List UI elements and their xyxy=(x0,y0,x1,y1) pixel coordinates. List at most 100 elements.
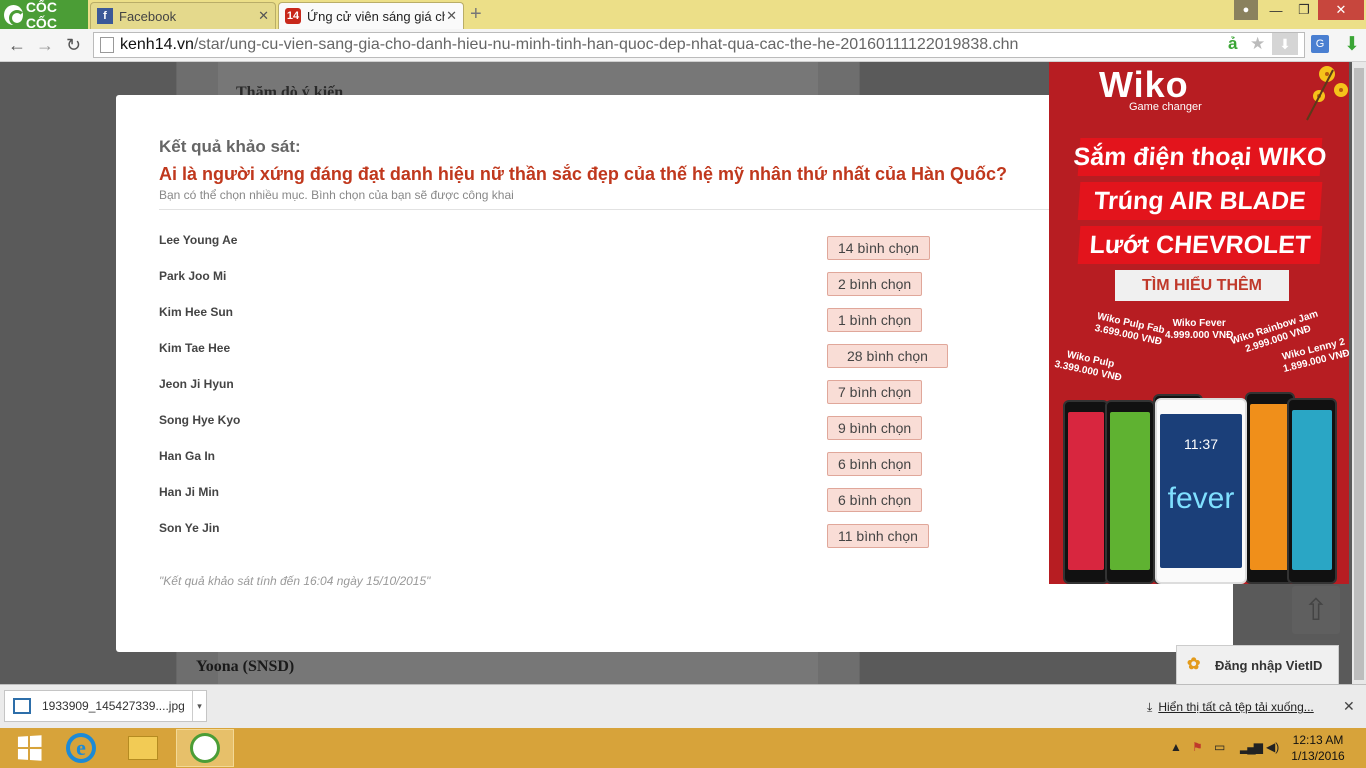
screen: CỐC CỐC f Facebook ✕ 14 Ứng cử viên sáng… xyxy=(0,0,1366,768)
ad-line-1: Sắm điện thoại WIKO xyxy=(1073,138,1327,176)
internet-explorer-icon: e xyxy=(66,733,96,763)
clock-date: 1/13/2016 xyxy=(1291,749,1345,763)
poll-result-row: Kim Tae Hee 28 bình chọn xyxy=(159,337,959,368)
candidate-name: Han Ga In xyxy=(159,449,216,463)
coccoc-logo-icon xyxy=(4,4,25,26)
user-profile-icon[interactable]: ● xyxy=(1234,0,1258,20)
vietid-lotus-icon: ✿ xyxy=(1187,656,1201,673)
vote-count-badge: 2 bình chọn xyxy=(827,272,923,296)
poll-result-row: Han Ga In 6 bình chọn xyxy=(159,445,959,476)
vote-count-badge: 1 bình chọn xyxy=(827,308,923,332)
volume-icon[interactable]: ◀) xyxy=(1266,740,1279,754)
ad-learn-more-button[interactable]: TÌM HIỂU THÊM xyxy=(1115,270,1289,301)
tab-facebook[interactable]: f Facebook ✕ xyxy=(90,2,276,29)
navigation-bar: ← → ↻ kenh14.vn/star/ung-cu-vien-sang-gi… xyxy=(0,29,1366,62)
display-icon[interactable]: ▭ xyxy=(1214,740,1225,754)
minimize-button[interactable]: — xyxy=(1262,0,1290,20)
start-button[interactable] xyxy=(0,729,58,767)
show-all-downloads-link[interactable]: ⤓ Hiển thị tất cả tệp tải xuống... xyxy=(1147,700,1314,715)
network-signal-icon[interactable]: ▂▄▆ xyxy=(1240,740,1263,754)
vote-count-badge: 6 bình chọn xyxy=(827,452,923,476)
tab-close-icon[interactable]: ✕ xyxy=(446,8,457,24)
forward-arrow-icon[interactable]: → xyxy=(36,35,54,56)
candidate-name: Kim Tae Hee xyxy=(159,341,231,355)
file-explorer-taskbar-button[interactable] xyxy=(114,729,172,767)
savior-download-icon[interactable]: ⬇ xyxy=(1272,33,1298,55)
chevron-down-icon[interactable]: ▾ xyxy=(192,691,206,721)
vote-count-badge: 28 bình chọn xyxy=(827,344,948,368)
url-path: /star/ung-cu-vien-sang-gia-cho-danh-hieu… xyxy=(193,36,1019,53)
candidate-name: Lee Young Ae xyxy=(159,233,238,247)
vote-count-badge: 14 bình chọn xyxy=(827,236,930,260)
coccoc-taskbar-button[interactable] xyxy=(176,729,234,767)
scrollbar-thumb[interactable] xyxy=(1354,68,1364,680)
poll-result-row: Son Ye Jin 11 bình chọn xyxy=(159,517,959,548)
back-arrow-icon[interactable]: ← xyxy=(8,35,26,56)
download-item[interactable]: 1933909_145427339....jpg ▾ xyxy=(4,690,207,722)
poll-question: Ai là người xứng đáng đạt danh hiệu nữ t… xyxy=(159,164,1008,184)
tab-title: Ứng cử viên sáng giá cho xyxy=(307,8,445,24)
phone-screen-time: 11:37 xyxy=(1184,436,1218,452)
address-bar[interactable]: kenh14.vn/star/ung-cu-vien-sang-gia-cho-… xyxy=(93,32,1305,58)
divider xyxy=(159,209,1049,210)
clock-time: 12:13 AM xyxy=(1292,733,1344,747)
candidate-name: Han Ji Min xyxy=(159,485,220,499)
translate-icon[interactable]: G xyxy=(1311,35,1329,53)
kenh14-icon: 14 xyxy=(285,8,301,24)
tab-title: Facebook xyxy=(119,8,177,24)
phone-image: 11:37 fever xyxy=(1155,398,1247,584)
close-download-bar-icon[interactable]: ✕ xyxy=(1343,698,1355,715)
tab-close-icon[interactable]: ✕ xyxy=(258,8,269,24)
vote-count-badge: 6 bình chọn xyxy=(827,488,923,512)
action-center-icon[interactable]: ⚑ xyxy=(1192,740,1203,754)
maximize-button[interactable]: ❐ xyxy=(1290,0,1318,20)
ad-brand: Wiko xyxy=(1099,64,1189,105)
phone-label: Wiko Pulp Fab 3.699.000 VNĐ xyxy=(1093,311,1166,348)
phone-image xyxy=(1105,400,1155,584)
downloads-icon[interactable]: ⬇ xyxy=(1344,33,1360,56)
download-bar: 1933909_145427339....jpg ▾ ⤓ Hiển thị tất… xyxy=(0,684,1366,728)
wiko-advertisement[interactable]: Wiko Game changer Sắm điện thoại WIKO Tr… xyxy=(1049,62,1349,584)
vote-count-badge: 11 bình chọn xyxy=(827,524,929,548)
close-window-button[interactable]: ✕ xyxy=(1318,0,1364,20)
url-host: kenh14.vn xyxy=(120,36,194,53)
back-to-top-button[interactable]: ⇧ xyxy=(1292,586,1340,634)
apricot-blossom-icon xyxy=(1306,66,1348,121)
download-arrow-icon: ⤓ xyxy=(1147,700,1153,714)
facebook-icon: f xyxy=(97,8,113,24)
candidate-name: Son Ye Jin xyxy=(159,521,220,535)
coccoc-dictionary-icon[interactable]: ả xyxy=(1228,34,1237,54)
candidate-name: Jeon Ji Hyun xyxy=(159,377,234,391)
poll-result-row: Park Joo Mi 2 bình chọn xyxy=(159,265,959,296)
page-icon xyxy=(100,37,114,53)
candidate-name: Song Hye Kyo xyxy=(159,413,241,427)
tab-kenh14[interactable]: 14 Ứng cử viên sáng giá cho ✕ xyxy=(278,2,464,29)
show-hidden-icons-icon[interactable]: ▲ xyxy=(1170,740,1182,754)
show-all-downloads-label: Hiển thị tất cả tệp tải xuống... xyxy=(1158,700,1314,714)
windows-logo-icon xyxy=(17,735,42,761)
page-scrollbar[interactable] xyxy=(1352,62,1366,684)
internet-explorer-taskbar-button[interactable]: e xyxy=(52,729,110,767)
coccoc-menu-button[interactable]: CỐC CỐC xyxy=(0,0,88,31)
poll-result-row: Jeon Ji Hyun 7 bình chọn xyxy=(159,373,959,404)
reload-icon[interactable]: ↻ xyxy=(66,35,81,56)
poll-results-heading: Kết quả khảo sát: xyxy=(159,137,301,156)
vietid-label: Đăng nhập VietID xyxy=(1215,657,1323,673)
system-clock[interactable]: 12:13 AM 1/13/2016 xyxy=(1286,732,1350,764)
image-file-icon xyxy=(13,698,31,714)
phone-image xyxy=(1063,400,1109,584)
candidate-name: Park Joo Mi xyxy=(159,269,227,283)
poll-result-row: Han Ji Min 6 bình chọn xyxy=(159,481,959,512)
new-tab-button[interactable]: + xyxy=(470,3,482,26)
poll-results-timestamp: "Kết quả khảo sát tính đến 16:04 ngày 15… xyxy=(159,574,431,588)
candidate-name: Kim Hee Sun xyxy=(159,305,234,319)
phone-image xyxy=(1287,398,1337,584)
windows-taskbar: e ▲ ⚑ ▭ ▂▄▆ ◀) 12:13 AM 1/13/2016 xyxy=(0,728,1366,768)
poll-result-row: Kim Hee Sun 1 bình chọn xyxy=(159,301,959,332)
phone-label: Wiko Pulp 3.399.000 VNĐ xyxy=(1053,349,1123,384)
phone-label: Wiko Fever 4.999.000 VNĐ xyxy=(1165,318,1234,341)
bookmark-star-icon[interactable]: ★ xyxy=(1250,34,1265,54)
article-subheading: Yoona (SNSD) xyxy=(196,658,295,675)
poll-note: Bạn có thể chọn nhiều mục. Bình chọn của… xyxy=(159,188,514,202)
vietid-login-button[interactable]: ✿ Đăng nhập VietID xyxy=(1176,645,1339,685)
